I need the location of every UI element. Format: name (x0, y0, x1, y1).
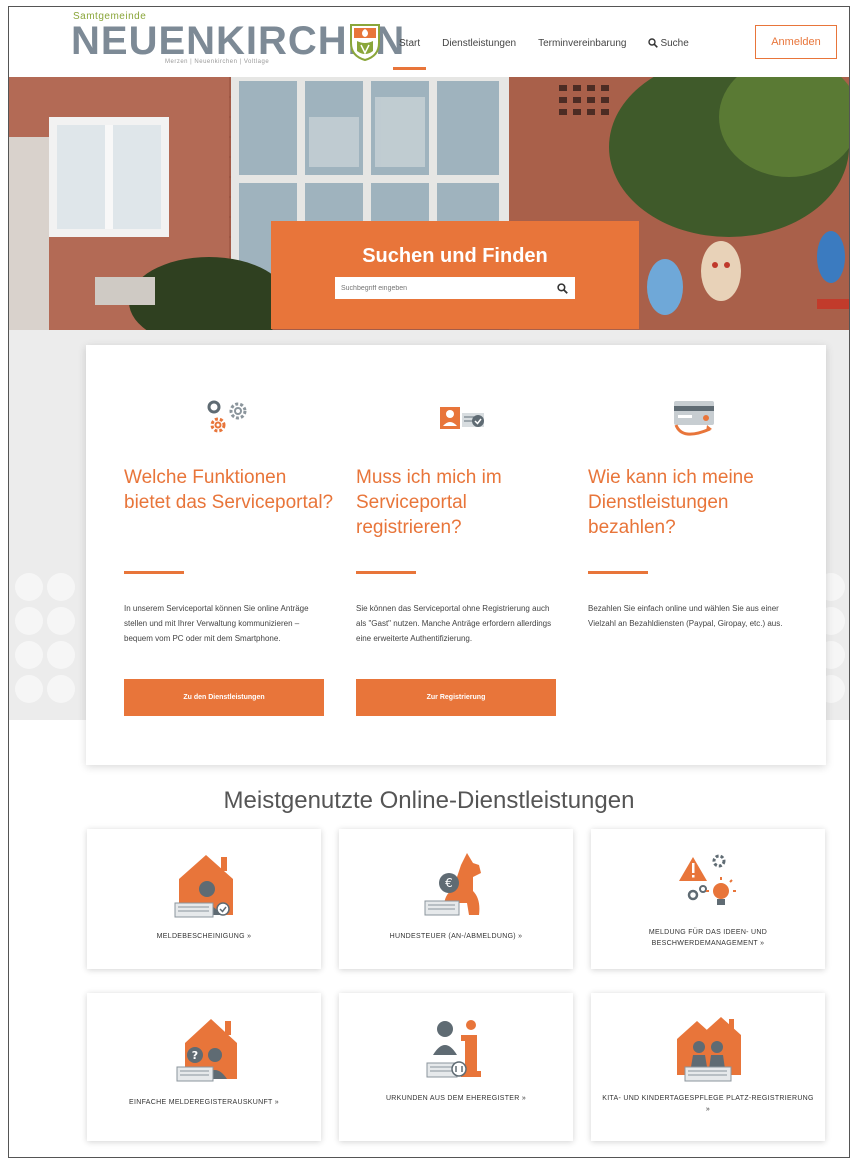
logo-subtitle: Merzen | Neuenkirchen | Voltlage (165, 59, 270, 65)
hero-search-button[interactable] (549, 277, 575, 299)
info-icon-wrap (356, 395, 566, 445)
tile-icon-wrap: € (339, 845, 573, 925)
tile-label: MELDEBESCHEINIGUNG » (156, 933, 252, 940)
house-person-icon (174, 855, 233, 918)
info-divider (588, 571, 648, 574)
tile-icon-wrap (591, 845, 825, 925)
info-column-payment: Wie kann ich meine Dienstleistungen beza… (588, 345, 798, 765)
info-card: Welche Funktionen bietet das Serviceport… (86, 345, 826, 765)
nav-dienstleistungen[interactable]: Dienstleistungen (442, 38, 516, 49)
nav-terminvereinbarung[interactable]: Terminvereinbarung (538, 38, 626, 49)
tile-icon-wrap (87, 845, 321, 925)
house-question-icon: ? (176, 1019, 237, 1082)
svg-text:?: ? (192, 1049, 198, 1062)
browser-frame: Samtgemeinde NEUENKIRCHEN Merzen | Neuen… (8, 6, 850, 1158)
gears-icon (207, 400, 247, 433)
warning-idea-icon (679, 854, 736, 905)
register-button[interactable]: Zur Registrierung (356, 679, 556, 716)
site-header: Samtgemeinde NEUENKIRCHEN Merzen | Neuen… (9, 7, 849, 77)
info-column-registration: Muss ich mich im Serviceportal registrie… (356, 345, 566, 765)
tile-label: HUNDESTEUER (AN-/ABMELDUNG) » (389, 933, 523, 940)
info-column-functions: Welche Funktionen bietet das Serviceport… (124, 345, 334, 765)
tile-kita-registrierung[interactable]: KITA- UND KINDERTAGESPFLEGE PLATZ-REGIST… (591, 993, 825, 1141)
info-icon-wrap (588, 395, 798, 445)
hero-title: Suchen und Finden (362, 245, 548, 267)
info-icon-wrap (124, 395, 334, 445)
main-nav: Start Dienstleistungen Terminvereinbarun… (392, 31, 711, 70)
info-text: Sie können das Serviceportal ohne Regist… (356, 604, 552, 643)
payment-card-icon (674, 401, 714, 436)
info-divider (356, 571, 416, 574)
tile-meldebescheinigung[interactable]: MELDEBESCHEINIGUNG » (87, 829, 321, 969)
info-divider (124, 571, 184, 574)
info-question: Wie kann ich meine Dienstleistungen beza… (588, 467, 754, 538)
hero-banner: Suchen und Finden (9, 77, 849, 330)
search-panel: Suchen und Finden (271, 221, 639, 329)
svg-text:€: € (445, 876, 453, 890)
tile-ideen-beschwerde[interactable]: MELDUNG FÜR DAS IDEEN- UND BESCHWERDEMAN… (591, 829, 825, 969)
services-button[interactable]: Zu den Dienstleistungen (124, 679, 324, 716)
tile-melderegisterauskunft[interactable]: ? EINFACHE MELDEREGISTERAUSKUNFT » (87, 993, 321, 1141)
dog-tax-icon: € (424, 853, 481, 916)
crest-icon (350, 24, 380, 61)
info-text: In unserem Serviceportal können Sie onli… (124, 604, 309, 643)
search-icon (556, 282, 568, 294)
tile-label: URKUNDEN AUS DEM EHEREGISTER » (385, 1095, 527, 1102)
nav-start[interactable]: Start (392, 38, 427, 70)
info-text: Bezahlen Sie einfach online und wählen S… (588, 604, 783, 628)
tile-icon-wrap: ? (87, 1009, 321, 1089)
search-icon (648, 38, 659, 48)
hero-search-box (335, 277, 575, 299)
most-used-title: Meistgenutzte Online-Dienstleistungen (223, 787, 635, 814)
login-button[interactable]: Anmelden (755, 25, 837, 59)
info-question: Muss ich mich im Serviceportal registrie… (356, 467, 502, 538)
person-info-icon (426, 1020, 481, 1078)
house-children-icon (677, 1017, 741, 1082)
tile-label: MELDUNG FÜR DAS IDEEN- UND BESCHWERDEMAN… (648, 929, 768, 947)
tile-label: EINFACHE MELDEREGISTERAUSKUNFT » (129, 1099, 279, 1106)
hero-search-input[interactable] (335, 278, 549, 298)
tile-icon-wrap (591, 1009, 825, 1089)
tile-label: KITA- UND KINDERTAGESPFLEGE PLATZ-REGIST… (602, 1095, 814, 1113)
tile-eheregister[interactable]: URKUNDEN AUS DEM EHEREGISTER » (339, 993, 573, 1141)
nav-search-label: Suche (660, 37, 689, 49)
info-question: Welche Funktionen bietet das Serviceport… (124, 467, 334, 513)
id-card-icon (440, 407, 484, 429)
nav-search[interactable]: Suche (648, 37, 689, 49)
tile-icon-wrap (339, 1009, 573, 1089)
tile-hundesteuer[interactable]: € HUNDESTEUER (AN-/ABMELDUNG) » (339, 829, 573, 969)
